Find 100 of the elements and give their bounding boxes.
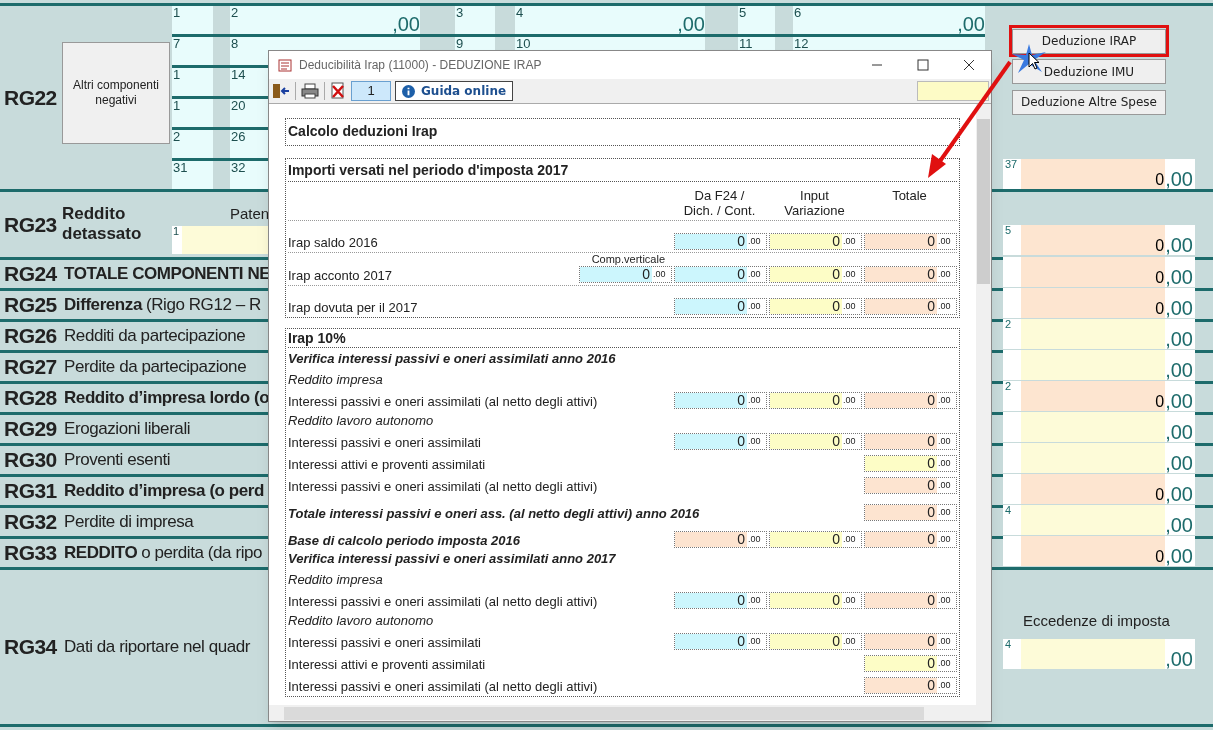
field-number: 4 [1005, 505, 1012, 516]
amount-field[interactable]: 0 [1021, 381, 1166, 411]
row-code: RG28 [4, 385, 58, 412]
row-label: o perdita (da ripo [141, 542, 263, 565]
amount-field[interactable]: 0 [1021, 474, 1166, 504]
form-icon [277, 57, 293, 73]
amount-field[interactable]: 0 [1021, 536, 1166, 566]
group-label: Reddito impresa [288, 372, 384, 387]
deduction-button[interactable]: Deduzione IMU [1012, 59, 1166, 84]
row-label: Redditi da partecipazione [64, 325, 246, 348]
delete-document-icon[interactable] [329, 82, 347, 100]
row-label: Base di calcolo periodo imposta 2016 [288, 533, 520, 548]
row-label: Interessi attivi e proventi assimilati [288, 657, 486, 672]
row-code: RG22 [4, 85, 57, 109]
row-label: Totale interessi passivi e oneri ass. (al netto degli attivi) anno 2016 [288, 506, 700, 521]
row-label: Differenza [64, 294, 142, 317]
window-title: Deducibilità Irap (11000) - DEDUZIONE IRAP [299, 57, 542, 74]
amount-field[interactable] [1021, 319, 1166, 349]
row-code: RG31 [4, 478, 58, 505]
decimals-label: ,00 [1165, 484, 1194, 504]
field-number: 5 [1005, 225, 1012, 236]
row-label: Interessi passivi e oneri assimilati [288, 435, 481, 450]
decimals-label: ,00 [1165, 298, 1194, 318]
cell-number: 2 [173, 130, 181, 143]
decimals-label: ,00 [677, 14, 705, 34]
row-label: Perdite di impresa [64, 511, 194, 534]
decimals-label: ,00 [1165, 360, 1194, 380]
row-code: RG34 [4, 634, 58, 661]
row-code: RG32 [4, 509, 58, 536]
cell-number: 31 [173, 161, 188, 174]
amount-field[interactable] [1021, 443, 1166, 473]
field-number: 37 [1005, 159, 1018, 170]
amount-field[interactable] [1021, 412, 1166, 442]
horizontal-scrollbar[interactable] [269, 705, 991, 721]
row-label: (Rigo RG12 – R [145, 294, 261, 317]
row-code: RG26 [4, 323, 58, 350]
exit-door-icon[interactable] [271, 82, 291, 100]
field-number: 4 [1005, 638, 1012, 650]
printer-icon[interactable] [300, 82, 320, 100]
decimals-label: ,00 [1165, 391, 1194, 411]
amount-field[interactable] [1021, 638, 1166, 669]
cell-number: 7 [173, 37, 181, 50]
row-label: Interessi passivi e oneri assimilati (al netto degli attivi) [288, 594, 598, 609]
column-header: Totale [891, 187, 928, 205]
amount-field[interactable]: 0 [1021, 225, 1166, 255]
deduction-button[interactable]: Deduzione Altre Spese [1012, 89, 1166, 115]
row-label: Irap saldo 2016 [288, 235, 378, 250]
column-label: Paten [230, 206, 271, 222]
close-icon[interactable] [963, 59, 975, 71]
row-code: RG27 [4, 354, 58, 381]
decimals-label: ,00 [1165, 422, 1194, 442]
help-button[interactable]: Guida online [395, 81, 514, 101]
cell-number: 1 [173, 6, 181, 19]
group-label: Reddito lavoro autonomo [288, 413, 435, 428]
field-label: Eccedenze di imposta [1023, 611, 1171, 631]
cell-number: 6 [794, 6, 802, 19]
vertical-scrollbar[interactable] [976, 104, 991, 705]
subheading: Verifica interessi passivi e oneri assimilati anno 2016 [288, 350, 617, 368]
cell-number: 9 [456, 37, 464, 50]
decimals-label: ,00 [1165, 267, 1194, 287]
decimals-label: ,00 [392, 14, 420, 34]
cell-number: 4 [516, 6, 524, 19]
cell-number: 2 [231, 6, 239, 19]
row-label: Dati da riportare nel quadr [64, 636, 251, 659]
decimals-label: ,00 [1165, 453, 1194, 473]
amount-field[interactable]: 0 [1021, 257, 1166, 287]
row-label: Interessi passivi e oneri assimilati (al netto degli attivi) [288, 394, 598, 409]
cell-number: 5 [739, 6, 747, 19]
row-code: RG29 [4, 416, 58, 443]
row-label: REDDITO [64, 542, 138, 565]
amount-field[interactable] [1021, 505, 1166, 535]
amount-field[interactable]: 0 [1021, 288, 1166, 318]
cell-number: 32 [231, 161, 246, 174]
amount-field[interactable] [1021, 350, 1166, 380]
field-number: 2 [1005, 319, 1012, 330]
row-label: Irap dovuta per il 2017 [288, 300, 418, 315]
column-header: Input Variazione [783, 187, 846, 218]
row-code: RG23 [4, 211, 58, 238]
decimals-label: ,00 [1165, 329, 1194, 349]
row-label: Interessi attivi e proventi assimilati [288, 457, 486, 472]
row-label: Proventi esenti [64, 449, 171, 472]
amount-field[interactable]: 0 [1021, 159, 1166, 189]
cell-number: 3 [456, 6, 464, 19]
field-number: 1 [172, 226, 182, 254]
cell-number: 10 [516, 37, 531, 50]
column-header: Comp.verticale [591, 253, 665, 266]
group-label: Reddito impresa [288, 572, 384, 587]
cell-number: 14 [231, 68, 246, 81]
group-label: Reddito lavoro autonomo [288, 613, 435, 628]
field-number: 2 [1005, 381, 1012, 392]
maximize-icon[interactable] [917, 59, 929, 71]
row-code: RG24 [4, 261, 58, 288]
decimals-label: ,00 [1165, 235, 1194, 255]
row-label: Perdite da partecipazione [64, 356, 247, 379]
deduction-button[interactable]: Deduzione IRAP [1012, 28, 1166, 54]
cell-number: 11 [739, 37, 753, 50]
row-title: Reddito detassato [62, 204, 143, 244]
info-icon [402, 84, 415, 98]
page-field[interactable]: 1 [351, 81, 391, 101]
other-components-button[interactable]: Altri componenti negativi [62, 41, 170, 144]
